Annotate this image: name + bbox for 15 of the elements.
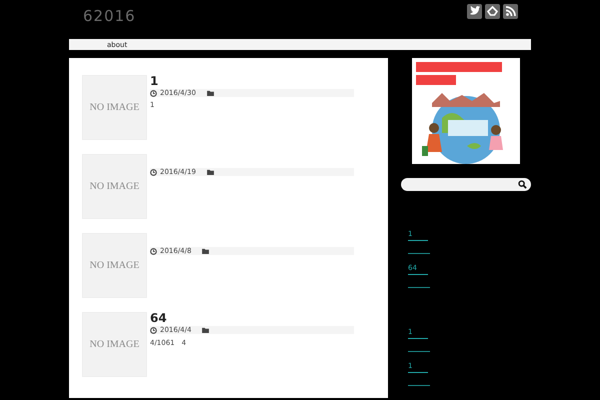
folder-icon [202, 327, 210, 333]
clock-icon [150, 90, 157, 96]
twitter-icon[interactable] [467, 4, 482, 19]
clock-icon [150, 168, 157, 176]
post-title[interactable]: 1 [150, 74, 158, 88]
search-field[interactable] [401, 178, 531, 191]
folder-icon [206, 169, 214, 175]
search-icon[interactable] [518, 180, 527, 189]
clock-icon [150, 248, 157, 254]
post-title[interactable]: 64 [150, 311, 167, 325]
site-title[interactable]: 62016 [83, 7, 136, 25]
rss-icon[interactable] [503, 4, 518, 19]
folder-icon [206, 90, 214, 96]
folder-icon [202, 248, 210, 254]
clock-icon [150, 326, 157, 334]
